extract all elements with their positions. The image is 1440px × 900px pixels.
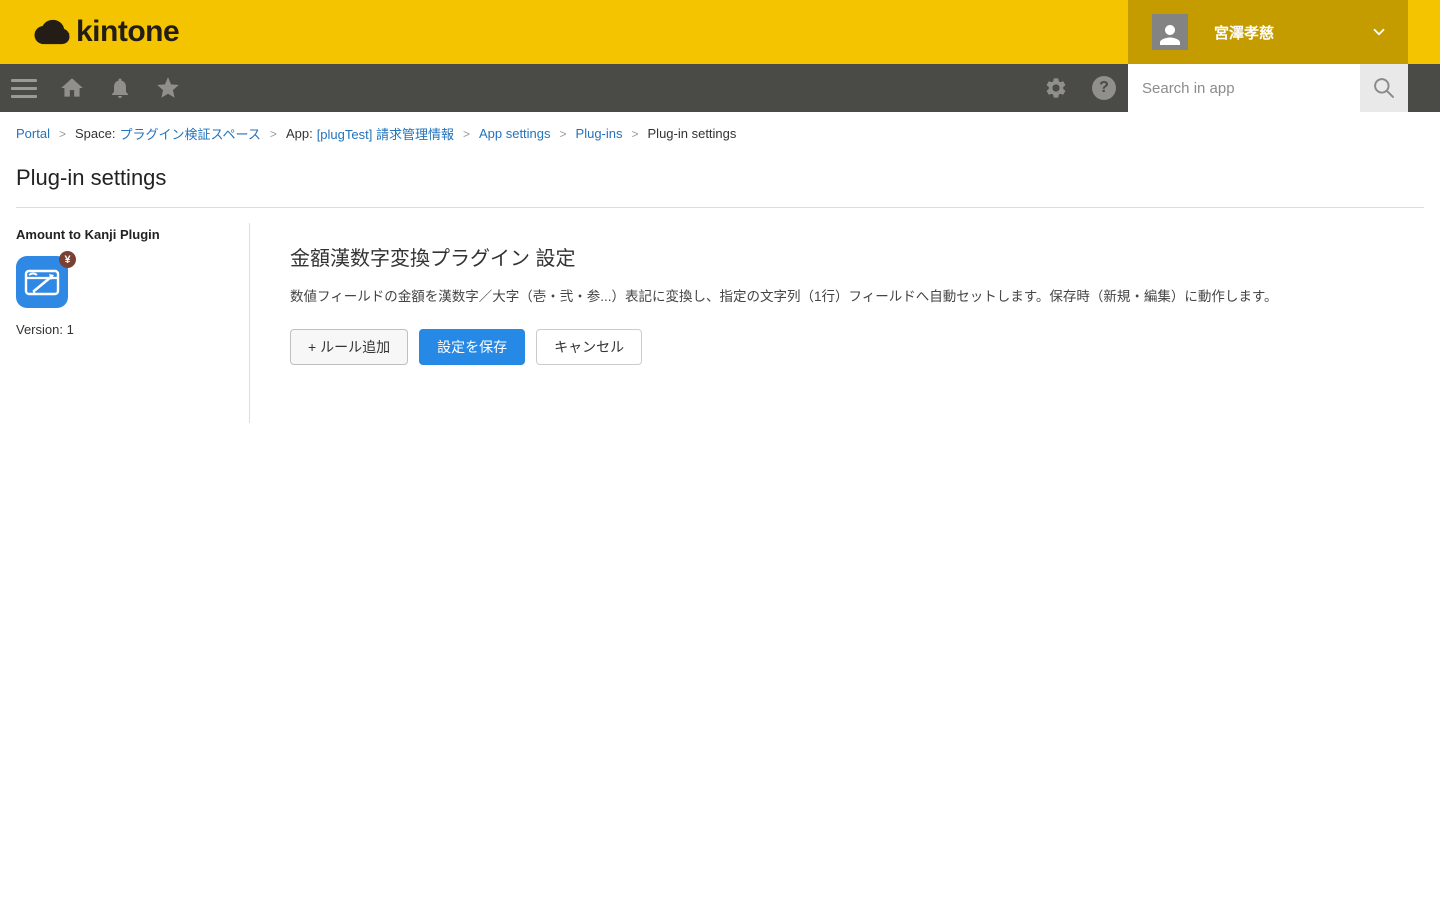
breadcrumb-portal-link[interactable]: Portal — [16, 126, 50, 141]
kintone-logo[interactable]: kintone — [32, 15, 179, 49]
plugin-version: Version: 1 — [16, 322, 249, 337]
navbar-spacer — [1408, 64, 1440, 112]
plugin-name: Amount to Kanji Plugin — [16, 227, 249, 242]
user-name: 宮澤孝慈 — [1214, 22, 1370, 43]
search-button[interactable] — [1360, 64, 1408, 112]
top-header: kintone 宮澤孝慈 — [0, 0, 1440, 64]
hamburger-menu-icon — [11, 79, 37, 98]
breadcrumb-space-link[interactable]: プラグイン検証スペース — [119, 124, 260, 143]
button-row: + ルール追加 設定を保存 キャンセル — [290, 329, 1400, 365]
add-rule-button[interactable]: + ルール追加 — [290, 329, 408, 365]
plugin-settings-panel: 金額漢数字変換プラグイン 設定 数値フィールドの金額を漢数字／大字（壱・弐・参.… — [250, 208, 1440, 423]
home-button[interactable] — [48, 64, 96, 112]
settings-button[interactable] — [1032, 64, 1080, 112]
breadcrumb-plugins-link[interactable]: Plug-ins — [576, 126, 623, 141]
plugin-icon: ¥ — [16, 256, 72, 308]
user-menu[interactable]: 宮澤孝慈 — [1128, 0, 1408, 64]
home-icon — [59, 75, 85, 101]
chevron-down-icon — [1370, 23, 1388, 41]
plugin-settings-description: 数値フィールドの金額を漢数字／大字（壱・弐・参...）表記に変換し、指定の文字列… — [290, 285, 1400, 305]
help-icon: ? — [1092, 76, 1116, 100]
notifications-button[interactable] — [96, 64, 144, 112]
breadcrumb-separator: > — [59, 127, 66, 141]
breadcrumb: Portal > Space: プラグイン検証スペース > App: [plug… — [16, 124, 1424, 143]
breadcrumb-separator: > — [632, 127, 639, 141]
help-button[interactable]: ? — [1080, 64, 1128, 112]
hamburger-menu-button[interactable] — [0, 64, 48, 112]
gear-icon — [1044, 76, 1068, 100]
plugin-settings-heading: 金額漢数字変換プラグイン 設定 — [290, 242, 1400, 271]
breadcrumb-app-link[interactable]: [plugTest] 請求管理情報 — [317, 124, 454, 143]
breadcrumb-app-prefix: App: — [286, 126, 313, 141]
breadcrumb-current: Plug-in settings — [648, 126, 737, 141]
kintone-logo-text: kintone — [76, 15, 179, 49]
cancel-button[interactable]: キャンセル — [536, 329, 642, 365]
breadcrumb-separator: > — [560, 127, 567, 141]
search-input[interactable] — [1128, 64, 1360, 112]
breadcrumb-app-settings-link[interactable]: App settings — [479, 126, 551, 141]
kintone-cloud-icon — [32, 17, 72, 47]
main-navbar: ? — [0, 64, 1440, 112]
breadcrumb-separator: > — [270, 127, 277, 141]
avatar — [1152, 14, 1188, 50]
yen-badge-icon: ¥ — [59, 251, 76, 268]
person-icon — [1155, 20, 1185, 50]
breadcrumb-separator: > — [463, 127, 470, 141]
page-title: Plug-in settings — [16, 165, 1424, 191]
favorites-button[interactable] — [144, 64, 192, 112]
save-settings-button[interactable]: 設定を保存 — [419, 329, 525, 365]
content-area: Amount to Kanji Plugin ¥ Version: 1 金額漢数… — [0, 208, 1440, 423]
bell-icon — [108, 76, 132, 100]
star-icon — [155, 75, 181, 101]
plugin-sidebar: Amount to Kanji Plugin ¥ Version: 1 — [0, 208, 249, 423]
search-icon — [1371, 75, 1397, 101]
breadcrumb-space-prefix: Space: — [75, 126, 115, 141]
